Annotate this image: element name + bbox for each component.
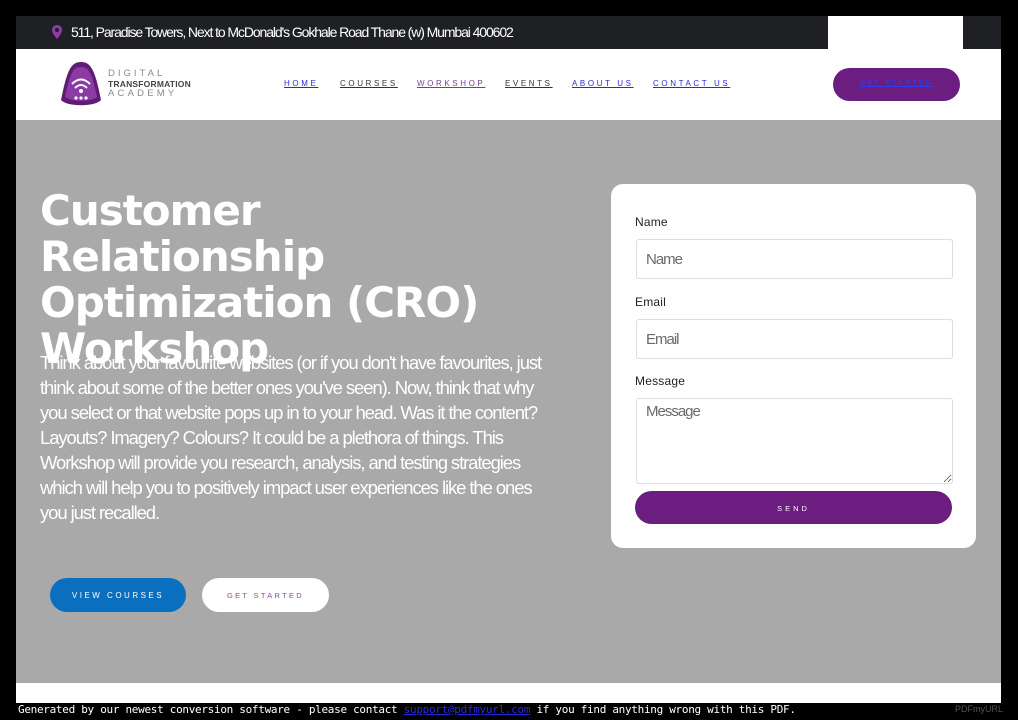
send-label: SEND (777, 504, 810, 513)
message-label: Message (635, 374, 686, 388)
logo-line-1: DIGITAL (108, 68, 166, 79)
nav-item-workshop[interactable]: WORKSHOP (417, 79, 485, 88)
nav-item-home[interactable]: HOME (284, 79, 318, 88)
pdf-note-before: Generated by our newest conversion softw… (18, 703, 404, 716)
nav-item-about-us[interactable]: ABOUT US (572, 79, 634, 88)
email-label: Email (635, 295, 667, 309)
hero-section: Customer Relationship Optimization (CRO)… (16, 120, 1001, 683)
logo-line-2: TRANSFORMATION (108, 78, 191, 89)
support-email-link[interactable]: support@pdfmyurl.com (404, 703, 531, 716)
name-label: Name (635, 215, 668, 229)
view-courses-label: VIEW COURSES (71, 591, 165, 600)
location-pin-icon (52, 25, 62, 39)
top-info-bar: 511, Paradise Towers, Next to McDonald's… (16, 16, 1001, 49)
site-header: DIGITAL TRANSFORMATION ACADEMY HOME COUR… (16, 49, 1001, 120)
pdf-note-after: if you find anything wrong with this PDF… (530, 703, 796, 716)
email-input[interactable] (636, 319, 953, 359)
hero-description: Think about your favourite websites (or … (40, 352, 542, 523)
get-started-header-button[interactable]: GET STARTED (833, 68, 960, 101)
logo-wordmark[interactable]: DIGITAL TRANSFORMATION ACADEMY (108, 69, 191, 99)
pdfmyurl-logo: PDFmyURL (955, 704, 1004, 714)
get-started-button[interactable]: GET STARTED (202, 578, 329, 612)
page-bottom-strip (16, 683, 1001, 703)
page-title: Customer Relationship Optimization (CRO)… (40, 186, 479, 373)
get-started-label: GET STARTED (227, 591, 304, 600)
nav-item-events[interactable]: EVENTS (505, 79, 553, 88)
nav-item-courses[interactable]: COURSES (340, 79, 398, 88)
view-courses-button[interactable]: VIEW COURSES (50, 578, 186, 612)
pdf-conversion-note: Generated by our newest conversion softw… (18, 703, 796, 716)
name-input[interactable] (636, 239, 953, 279)
get-started-header-label: GET STARTED (860, 80, 933, 87)
message-textarea[interactable] (636, 398, 953, 484)
nav-item-contact-us[interactable]: CONTACT US (653, 79, 730, 88)
address-text: 511, Paradise Towers, Next to McDonald's… (71, 24, 514, 40)
contact-form: Name Email Message SEND (611, 184, 976, 548)
send-button[interactable]: SEND (635, 491, 952, 524)
social-links (828, 16, 963, 49)
logo-line-3: ACADEMY (108, 88, 178, 99)
academy-logo-icon[interactable] (57, 60, 105, 108)
